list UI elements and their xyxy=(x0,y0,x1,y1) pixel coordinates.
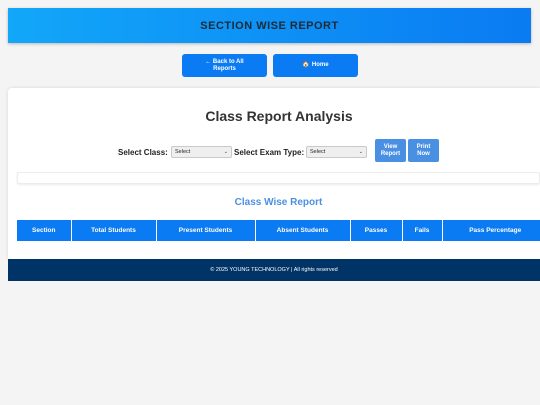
report-table: Section Total Students Present Students … xyxy=(17,220,540,241)
home-button[interactable]: 🏠 Home xyxy=(273,54,358,77)
back-to-reports-button[interactable]: ← Back to All Reports xyxy=(182,54,267,77)
report-subtitle: Class Wise Report xyxy=(234,197,323,208)
column-header-total-students[interactable]: Total Students xyxy=(70,220,156,241)
home-icon: 🏠 xyxy=(302,62,310,68)
footer-copyright: © 2025 YOUNG TECHNOLOGY | All rights res… xyxy=(210,267,338,273)
back-to-reports-label: ← Back to All Reports xyxy=(205,58,244,72)
filter-bar: Select Class: Select ⌄ Select Exam Type:… xyxy=(0,139,540,163)
top-navigation: ← Back to All Reports 🏠 Home xyxy=(0,54,540,77)
column-header-present-students[interactable]: Present Students xyxy=(155,220,255,241)
print-now-label: Print Now xyxy=(416,143,431,157)
home-button-label: Home xyxy=(311,62,329,68)
column-header-passes[interactable]: Passes xyxy=(349,220,402,241)
column-header-fails[interactable]: Fails xyxy=(401,220,442,241)
view-report-button[interactable]: View Report xyxy=(375,139,406,162)
page-header-title: SECTION WISE REPORT xyxy=(200,19,339,32)
class-select[interactable]: Select ⌄ xyxy=(171,146,232,158)
column-header-section[interactable]: Section xyxy=(17,220,71,241)
exam-type-select[interactable]: Select ⌄ xyxy=(306,146,367,158)
column-header-pass-percentage[interactable]: Pass Percentage xyxy=(441,220,540,241)
view-report-label: View Report xyxy=(380,143,401,157)
table-header-row: Section Total Students Present Students … xyxy=(17,220,540,241)
results-container xyxy=(17,172,540,184)
exam-type-select-label: Select Exam Type: xyxy=(234,148,305,157)
print-now-button[interactable]: Print Now xyxy=(408,139,439,162)
class-select-label: Select Class: xyxy=(118,148,168,157)
exam-type-select-value: Select xyxy=(310,149,326,155)
page-footer: © 2025 YOUNG TECHNOLOGY | All rights res… xyxy=(8,259,540,281)
page-header: SECTION WISE REPORT xyxy=(8,8,531,43)
chevron-down-icon: ⌄ xyxy=(358,149,363,155)
class-select-value: Select xyxy=(175,149,191,155)
column-header-absent-students[interactable]: Absent Students xyxy=(254,220,350,241)
card-title: Class Report Analysis xyxy=(205,108,353,124)
chevron-down-icon: ⌄ xyxy=(223,149,228,155)
